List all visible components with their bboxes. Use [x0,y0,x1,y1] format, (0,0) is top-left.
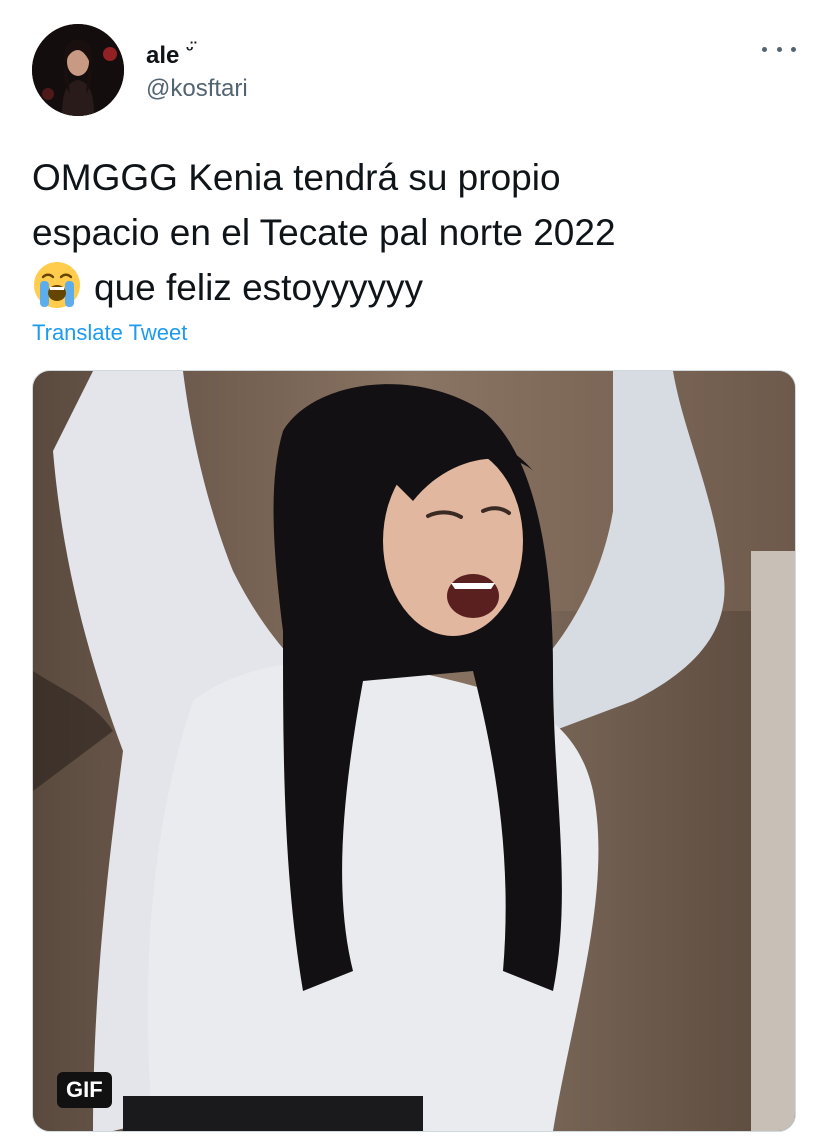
tweet-text-line: que feliz estoyyyyyy [32,260,802,315]
display-name-emoji: ᵕ̈ [186,39,194,59]
tweet-text-line: que feliz estoyyyyyy [94,267,424,308]
avatar[interactable] [32,24,124,116]
avatar-photo [32,24,124,116]
display-name-text: ale [146,42,180,69]
gif-image [33,371,795,1131]
tweet-text-line: espacio en el Tecate pal norte 2022 [32,212,616,253]
tweet-text: OMGGG Kenia tendrá su propio espacio en … [32,150,802,315]
loudly-crying-face-icon [34,262,80,308]
display-name[interactable]: ale ᵕ̈ [146,34,193,71]
translate-tweet-link[interactable]: Translate Tweet [32,319,187,347]
tweet-text-line: OMGGG Kenia tendrá su propio [32,157,561,198]
tweet-card: ale ᵕ̈ @kosftari OMGGG Kenia tendrá su p… [0,0,828,1145]
gif-media[interactable]: GIF [32,370,796,1132]
gif-badge: GIF [57,1072,112,1108]
user-handle[interactable]: @kosftari [146,74,248,104]
more-options-icon[interactable] [762,38,796,60]
